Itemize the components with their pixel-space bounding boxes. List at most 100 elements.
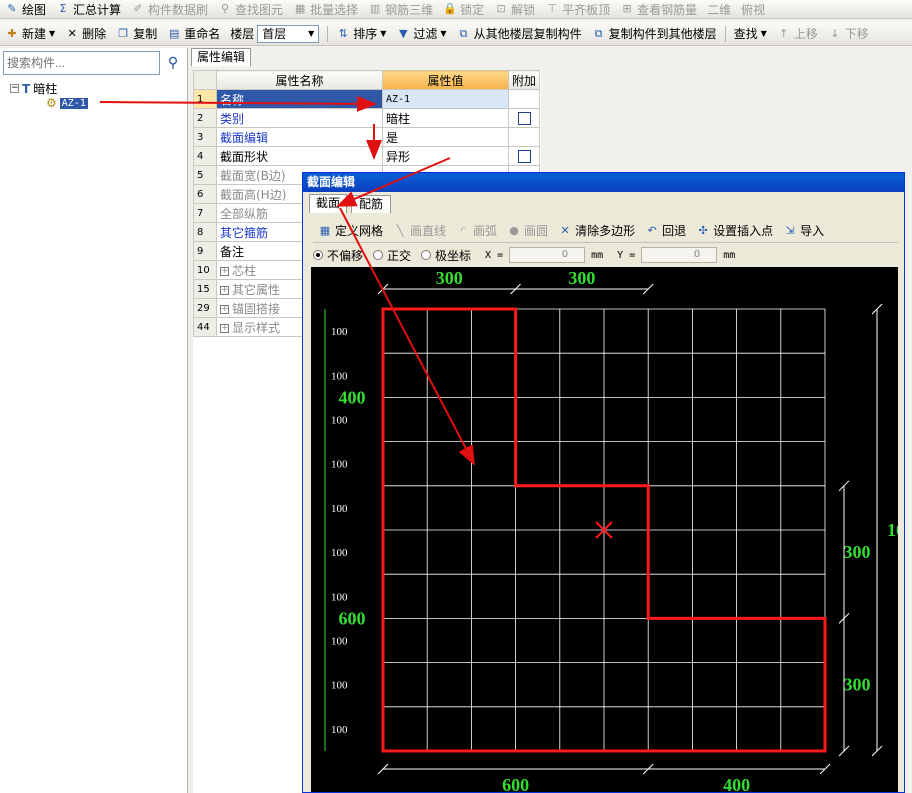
floor-select[interactable]: 首层 ▼ <box>257 24 320 43</box>
expand-icon[interactable]: + <box>220 266 229 276</box>
section-tool-grid[interactable]: ▦ 定义网格 <box>313 219 388 242</box>
y-label: Y = <box>617 249 636 261</box>
divider <box>724 25 726 42</box>
circle-icon: ● <box>509 223 519 237</box>
view-rebar-icon: ⊞ <box>622 2 632 15</box>
view-2d-dropdown[interactable]: 二维 <box>702 0 736 18</box>
row-number: 6 <box>193 184 217 204</box>
tab-property-edit[interactable]: 属性编辑 <box>191 48 251 66</box>
property-row[interactable]: 2 类别 暗柱 <box>193 108 541 128</box>
main-toolbar: ✎ 绘图 Σ 汇总计算 ✐ 构件数据刷 ⚲ 查找图元 ▦ 批量选择 ▥ 钢筋三维 🔒 锁定 ⊡ 解锁 ⊤ 平齐板顶… <box>0 0 912 19</box>
section-canvas[interactable]: 1001001001001001001001001001001001001001… <box>311 267 898 792</box>
expand-icon[interactable]: + <box>220 323 229 333</box>
property-extra <box>507 108 541 128</box>
property-value[interactable]: 是 <box>382 127 509 147</box>
property-value[interactable]: AZ-1 <box>382 89 509 109</box>
copy-from-floor-label: 从其他楼层复制构件 <box>473 27 582 41</box>
property-row[interactable]: 4 截面形状 异形 <box>193 146 541 166</box>
find-button[interactable]: 查找 ▼ <box>729 22 772 45</box>
dimension-label: 300 <box>436 268 463 288</box>
new-icon: ✚ <box>7 26 17 40</box>
tab-section[interactable]: 截面 <box>309 194 347 213</box>
expand-icon[interactable]: + <box>220 304 229 314</box>
new-button[interactable]: ✚ 新建 ▼ <box>0 22 60 45</box>
grid-label: 100 <box>331 326 348 338</box>
polar-radio[interactable] <box>421 250 432 260</box>
dimension-label: 300 <box>568 268 595 288</box>
property-name-text: 截面高(H边) <box>220 187 287 202</box>
property-extra <box>507 127 541 147</box>
section-tool-insert-point[interactable]: ✣ 设置插入点 <box>691 219 778 242</box>
toolbar1-item-label: 批量选择 <box>310 2 359 17</box>
rename-button[interactable]: ▤ 重命名 <box>162 22 225 45</box>
expand-icon[interactable]: + <box>220 285 229 295</box>
tab-rebar[interactable]: 配筋 <box>351 195 391 213</box>
toolbar1-item-view-rebar[interactable]: ⊞ 查看钢筋量 <box>615 0 702 18</box>
floor-value: 首层 <box>262 27 287 41</box>
section-tool-arc[interactable]: ◜ 画弧 <box>451 219 502 242</box>
toolbar1-item-rebar-3d[interactable]: ▥ 钢筋三维 <box>363 0 438 18</box>
copy-from-floor-button[interactable]: ⧉ 从其他楼层复制构件 <box>452 22 587 45</box>
property-value[interactable]: 异形 <box>382 146 509 166</box>
ortho-radio[interactable] <box>373 250 384 260</box>
sigma-icon: Σ <box>59 2 67 15</box>
x-input[interactable]: 0 <box>509 247 586 263</box>
tree-root[interactable]: − T 暗柱 <box>10 80 57 97</box>
section-tool-undo[interactable]: ↶ 回退 <box>640 219 691 242</box>
no-offset-radio[interactable] <box>313 250 323 260</box>
grid-label: 100 <box>331 415 348 427</box>
copy-icon: ❐ <box>118 26 129 40</box>
tab-property-edit-label: 属性编辑 <box>196 50 245 64</box>
copy-from-floor-icon: ⧉ <box>459 26 468 40</box>
toolbar1-item-lock[interactable]: 🔒 锁定 <box>438 0 489 18</box>
toolbar1-item-sigma[interactable]: Σ 汇总计算 <box>51 0 126 18</box>
dialog-title: 截面编辑 <box>303 173 904 192</box>
search-icon[interactable]: ⚲ <box>162 52 184 74</box>
section-tool-line[interactable]: ╲ 画直线 <box>388 219 451 242</box>
toolbar1-item-draw[interactable]: ✎ 绘图 <box>0 0 51 18</box>
dimension-label: 400 <box>723 775 750 792</box>
grid-label: 100 <box>331 503 348 515</box>
property-row[interactable]: 3 截面编辑 是 <box>193 127 541 147</box>
section-tool-label: 清除多边形 <box>575 224 636 238</box>
toolbar1-item-find[interactable]: ⚲ 查找图元 <box>213 0 288 18</box>
section-toolbar: ▦ 定义网格 ╲ 画直线 ◜ 画弧 ● 画圆 ✕ 清除多边形 ↶ 回退 ✣ 设置插入点 ⇲ 导入 <box>313 219 898 243</box>
gear-icon: ⚙ <box>46 96 57 110</box>
toolbar1-item-brush[interactable]: ✐ 构件数据刷 <box>126 0 213 18</box>
collapse-icon[interactable]: − <box>10 84 19 93</box>
row-number: 7 <box>193 203 217 223</box>
section-drawing[interactable]: 1001001001001001001001001001001001001001… <box>311 267 898 792</box>
copy-button[interactable]: ❐ 复制 <box>111 22 162 45</box>
move-down-button[interactable]: ↓ 下移 <box>823 22 874 45</box>
sort-button[interactable]: ⇅ 排序 ▼ <box>331 22 391 45</box>
delete-button[interactable]: ✕ 删除 <box>60 22 111 45</box>
property-row[interactable]: 1 名称 AZ-1 <box>193 89 541 109</box>
dimension-label: 300 <box>844 675 871 695</box>
tree-item-az1[interactable]: ⚙ AZ-1 <box>46 96 88 110</box>
section-tool-import[interactable]: ⇲ 导入 <box>778 219 829 242</box>
dimension-label: 600 <box>502 775 529 792</box>
section-tool-clear-polygon[interactable]: ✕ 清除多边形 <box>553 219 640 242</box>
filter-button[interactable]: ▼ 过滤 ▼ <box>391 22 451 45</box>
toolbar1-item-align-top[interactable]: ⊤ 平齐板顶 <box>540 0 615 18</box>
rename-icon: ▤ <box>169 26 180 40</box>
toolbar1-item-unlock[interactable]: ⊡ 解锁 <box>489 0 540 18</box>
move-up-button[interactable]: ↑ 上移 <box>772 22 823 45</box>
property-name-text: 其它箍筋 <box>220 225 269 240</box>
property-value[interactable]: 暗柱 <box>382 108 509 128</box>
dimension-label: 400 <box>339 387 366 407</box>
toolbar1-item-label: 平齐板顶 <box>562 2 611 17</box>
toolbar1-item-batch-select[interactable]: ▦ 批量选择 <box>288 0 363 18</box>
view-top-dropdown[interactable]: 俯视 <box>736 0 770 18</box>
y-input[interactable]: 0 <box>641 247 718 263</box>
extra-checkbox[interactable] <box>517 150 531 163</box>
section-tool-circle[interactable]: ● 画圆 <box>502 219 553 242</box>
copy-to-floor-button[interactable]: ⧉ 复制构件到其他楼层 <box>587 22 722 45</box>
property-header-row: 属性名称 属性值 附加 <box>193 70 541 90</box>
toolbar1-item-label: 钢筋三维 <box>385 2 434 17</box>
extra-checkbox[interactable] <box>517 112 531 125</box>
clear-polygon-icon: ✕ <box>560 223 570 237</box>
rebar-3d-icon: ▥ <box>369 2 381 15</box>
x-unit: mm <box>591 249 604 261</box>
search-input[interactable] <box>3 51 160 75</box>
